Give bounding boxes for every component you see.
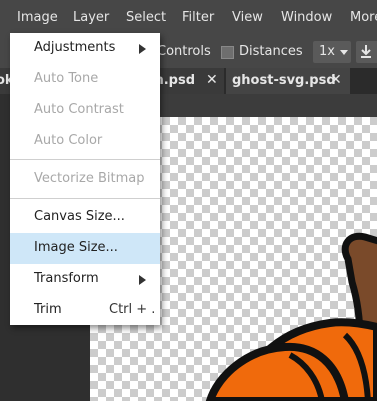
menu-item-label: Auto Color: [34, 133, 103, 148]
image-menu-dropdown: Adjustments Auto Tone Auto Contrast Auto…: [10, 33, 160, 325]
menu-item-label: Transform: [34, 271, 99, 286]
menu-divider: [10, 198, 160, 199]
menu-item-label: Vectorize Bitmap: [34, 171, 145, 186]
menu-item-label: Auto Tone: [34, 71, 99, 86]
menu-item-canvas-size[interactable]: Canvas Size...: [10, 202, 160, 233]
menu-item-label: Adjustments: [34, 40, 116, 55]
menu-item-label: Trim: [34, 302, 62, 317]
menu-item-auto-contrast: Auto Contrast: [10, 95, 160, 126]
menu-item-adjustments[interactable]: Adjustments: [10, 33, 160, 64]
submenu-arrow-icon: [139, 275, 146, 285]
download-button[interactable]: [356, 41, 377, 63]
menu-select[interactable]: Select: [126, 10, 166, 25]
menu-layer[interactable]: Layer: [73, 10, 109, 25]
zoom-value: 1x: [319, 44, 335, 59]
menu-item-auto-color: Auto Color: [10, 126, 160, 157]
menu-item-label: Auto Contrast: [34, 102, 124, 117]
menu-bar: Image Layer Select Filter View Window Mo…: [0, 0, 377, 36]
menu-item-shortcut: Ctrl + .: [109, 302, 156, 317]
download-icon: [361, 45, 371, 58]
zoom-select[interactable]: 1x: [313, 41, 351, 63]
tab-label: ghost-svg.psd: [232, 73, 336, 88]
menu-item-vectorize-bitmap: Vectorize Bitmap: [10, 164, 160, 195]
menu-more[interactable]: More: [350, 10, 377, 25]
menu-item-label: Canvas Size...: [34, 209, 125, 224]
menu-view[interactable]: View: [232, 10, 263, 25]
submenu-arrow-icon: [139, 44, 146, 54]
menu-divider: [10, 159, 160, 160]
tab-3[interactable]: ghost-svg.psd ✕: [226, 68, 350, 94]
distances-checkbox[interactable]: [221, 46, 234, 59]
menu-item-image-size[interactable]: Image Size...: [10, 233, 160, 264]
menu-filter[interactable]: Filter: [182, 10, 214, 25]
chevron-down-icon: [340, 50, 348, 55]
menu-item-auto-tone: Auto Tone: [10, 64, 160, 95]
close-icon[interactable]: ✕: [330, 72, 342, 88]
transform-controls-label[interactable]: Controls: [157, 44, 211, 59]
menu-image[interactable]: Image: [17, 10, 58, 25]
menu-item-transform[interactable]: Transform: [10, 264, 160, 295]
close-icon[interactable]: ✕: [206, 72, 218, 88]
menu-window[interactable]: Window: [281, 10, 332, 25]
distances-label[interactable]: Distances: [239, 44, 303, 59]
menu-item-trim[interactable]: Trim Ctrl + .: [10, 295, 160, 326]
tab-2[interactable]: in.psd ✕: [150, 68, 224, 94]
menu-item-label: Image Size...: [34, 240, 118, 255]
